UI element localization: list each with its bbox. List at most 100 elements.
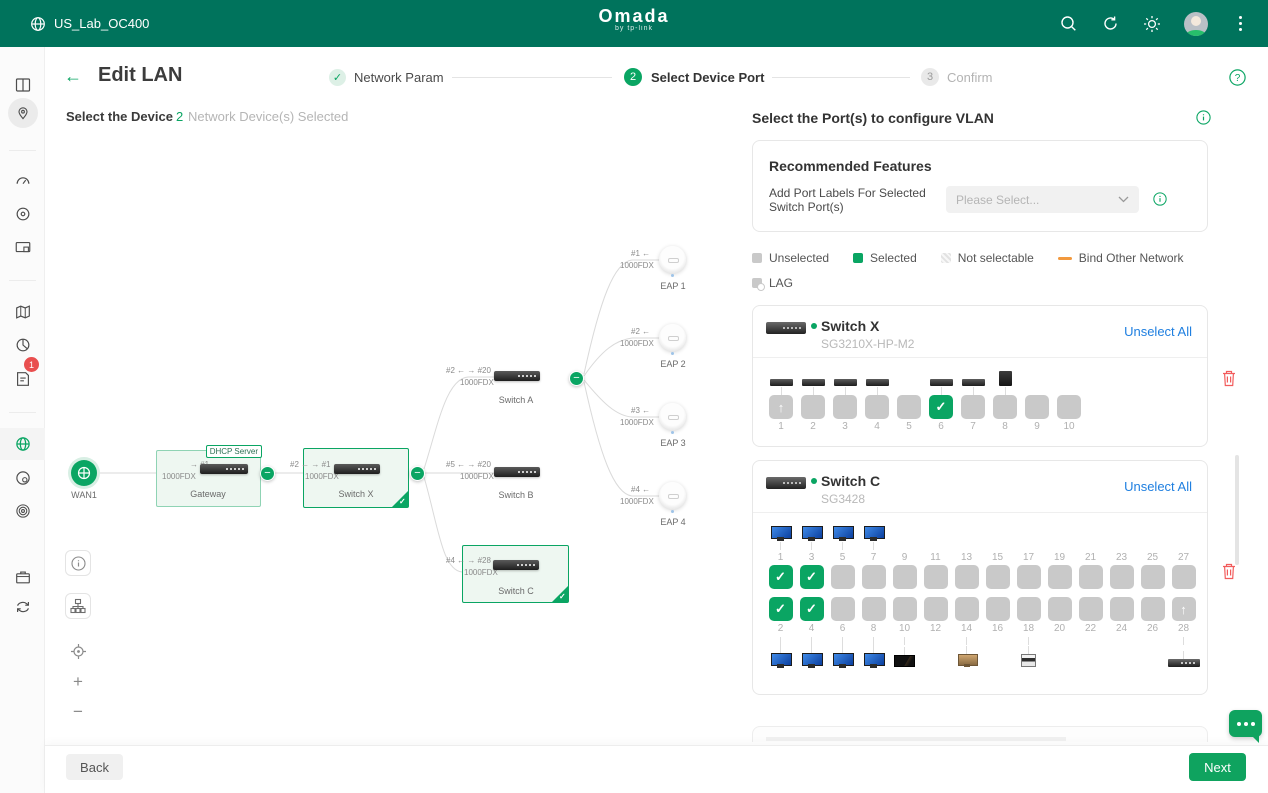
sidebar-item-sync[interactable] [0,591,45,623]
port-square-8[interactable] [862,597,886,621]
switch-x-unselect-all-link[interactable]: Unselect All [1124,324,1192,339]
port-square-4[interactable] [865,395,889,419]
port-square-10[interactable] [893,597,917,621]
eap2-node[interactable] [659,324,686,351]
port-square-21[interactable] [1079,565,1103,589]
port-number-7: 7 [957,419,989,434]
feedback-chat-bubble[interactable] [1229,710,1262,737]
eap2-label: EAP 2 [659,359,687,369]
port-square-28[interactable]: ↑ [1172,597,1196,621]
topology-zoom-in-button[interactable]: + [65,669,91,695]
sidebar-divider [9,150,36,151]
port-square-9[interactable] [1025,395,1049,419]
switch-flat-icon [866,379,889,386]
port-square-18[interactable] [1017,597,1041,621]
switch-a-device-image[interactable] [494,371,540,381]
port-number-3: 3 [796,550,827,565]
port-labels-info-icon[interactable] [1153,192,1167,211]
port-square-6[interactable] [831,597,855,621]
eap4-speed-label: 1000FDX [620,497,654,506]
sidebar-item-network-security[interactable] [0,462,45,494]
switch-c-port-grid: 13579111315171921232527✓✓✓✓↑246810121416… [765,519,1199,667]
port-square-11[interactable] [924,565,948,589]
port-square-1[interactable]: ↑ [769,395,793,419]
port-square-3[interactable] [833,395,857,419]
monitor-blue-icon [771,526,790,541]
switch-x-collapse-button[interactable]: − [410,466,425,481]
port-square-1[interactable]: ✓ [769,565,793,589]
sidebar-item-logs[interactable]: 1 [0,363,45,395]
help-icon[interactable]: ? [1229,69,1246,91]
port-number-14: 14 [951,621,982,636]
sidebar-item-clients[interactable] [0,232,45,264]
port-square-6[interactable]: ✓ [929,395,953,419]
port-square-22[interactable] [1079,597,1103,621]
port-square-2[interactable]: ✓ [769,597,793,621]
switch-x-delete-icon[interactable] [1221,369,1237,392]
refresh-icon[interactable] [1100,14,1120,34]
port-number-9: 9 [1021,419,1053,434]
user-avatar[interactable] [1184,12,1208,36]
switch-b-device-image[interactable] [494,467,540,477]
eap4-node[interactable] [659,482,686,509]
sidebar-item-wired-networks[interactable] [0,428,45,460]
port-square-24[interactable] [1110,597,1134,621]
brightness-icon[interactable] [1142,14,1162,34]
sidebar-item-toolbox[interactable] [0,561,45,593]
port-square-13[interactable] [955,565,979,589]
topology-tree-view-button[interactable] [65,593,91,619]
port-square-3[interactable]: ✓ [800,565,824,589]
port-square-9[interactable] [893,565,917,589]
port-number-1: 1 [765,550,796,565]
port-square-8[interactable] [993,395,1017,419]
sidebar-item-wireless[interactable] [0,495,45,527]
port-square-25[interactable] [1141,565,1165,589]
gateway-collapse-button[interactable]: − [260,466,275,481]
step-3-label: Confirm [947,70,993,85]
kebab-menu-icon[interactable] [1230,14,1250,34]
port-square-20[interactable] [1048,597,1072,621]
back-button[interactable]: Back [66,754,123,780]
port-square-7[interactable] [961,395,985,419]
port-square-23[interactable] [1110,565,1134,589]
eap3-label: EAP 3 [659,438,687,448]
port-square-2[interactable] [801,395,825,419]
port-panel-info-icon[interactable] [1196,110,1211,130]
eap3-node[interactable] [659,403,686,430]
port-square-14[interactable] [955,597,979,621]
eap1-node[interactable] [659,246,686,273]
topology-info-button[interactable] [65,550,91,576]
sidebar-item-map[interactable] [0,296,45,328]
sidebar-item-devices[interactable] [0,198,45,230]
port-square-16[interactable] [986,597,1010,621]
port-square-15[interactable] [986,565,1010,589]
sidebar-item-statistics[interactable] [0,329,45,361]
eap4-label: EAP 4 [659,517,687,527]
back-arrow-icon[interactable]: ← [64,66,82,87]
topology-locate-button[interactable] [65,638,91,664]
port-square-5[interactable] [831,565,855,589]
port-square-5[interactable] [897,395,921,419]
site-selector[interactable]: US_Lab_OC400 [30,0,149,47]
port-square-7[interactable] [862,565,886,589]
port-square-17[interactable] [1017,565,1041,589]
sidebar-item-site[interactable] [0,97,45,129]
port-square-4[interactable]: ✓ [800,597,824,621]
port-square-19[interactable] [1048,565,1072,589]
switch-a-collapse-button[interactable]: − [569,371,584,386]
next-button[interactable]: Next [1189,753,1246,781]
port-number-20: 20 [1044,621,1075,636]
port-square-27[interactable] [1172,565,1196,589]
wan-node[interactable] [71,460,97,486]
switch-c-delete-icon[interactable] [1221,562,1237,585]
port-square-26[interactable] [1141,597,1165,621]
logs-badge: 1 [24,357,39,372]
topology-zoom-out-button[interactable]: − [65,699,91,725]
switch-c-unselect-all-link[interactable]: Unselect All [1124,479,1192,494]
panel-scrollbar[interactable] [1235,455,1239,565]
sidebar-item-dashboard[interactable] [0,165,45,197]
port-labels-select[interactable]: Please Select... [946,186,1139,213]
search-icon[interactable] [1058,14,1078,34]
port-square-10[interactable] [1057,395,1081,419]
port-square-12[interactable] [924,597,948,621]
